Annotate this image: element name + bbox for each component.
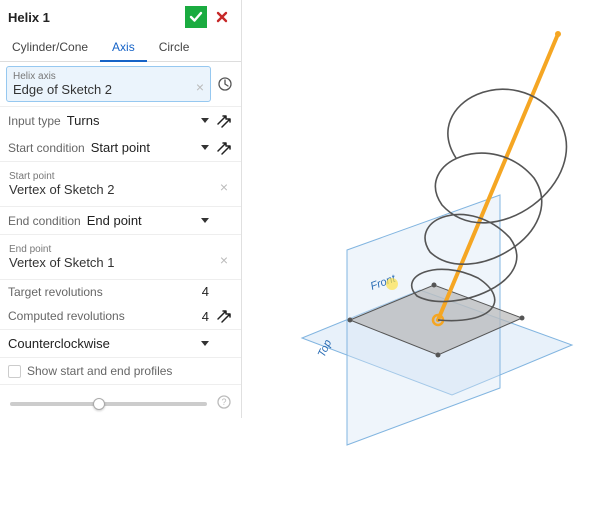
end-point-row: End point Vertex of Sketch 1 × [0,235,241,280]
end-condition-dropdown[interactable]: End point [87,211,195,230]
tab-cylinder-cone[interactable]: Cylinder/Cone [0,34,100,61]
viewport-svg: Top Front [242,0,598,504]
double-arrow-icon [216,113,232,129]
arrow-toggle-button[interactable] [215,139,233,157]
accept-button[interactable] [185,6,207,28]
target-revolutions-value[interactable]: 4 [202,284,209,299]
target-revolutions-row: Target revolutions 4 [0,280,241,303]
start-point-field[interactable]: Start point Vertex of Sketch 2 × [6,166,235,202]
input-type-value: Turns [67,113,100,128]
help-button[interactable]: ? [217,395,231,412]
viewport-3d[interactable]: Top Front [242,0,598,504]
helix-panel: Helix 1 Cylinder/Cone Axis Circle Helix … [0,0,242,418]
start-condition-label: Start condition [8,141,85,155]
helix-axis-row: Helix axis Edge of Sketch 2 × [0,62,241,107]
arrow-toggle-button[interactable] [215,112,233,130]
panel-header: Helix 1 [0,0,241,34]
clock-icon [217,76,233,92]
end-condition-label: End condition [8,214,81,228]
check-icon [189,10,203,24]
clear-icon[interactable]: × [196,79,204,95]
computed-revolutions-row: Computed revolutions 4 [0,303,241,330]
end-condition-row: End condition End point [0,207,241,235]
start-point-label: Start point [9,171,228,182]
panel-header-buttons [185,6,233,28]
caret-down-icon [201,341,209,346]
input-type-row: Input type Turns [0,107,241,134]
input-type-dropdown[interactable]: Turns [67,111,195,130]
end-condition-value: End point [87,213,142,228]
start-condition-row: Start condition Start point [0,134,241,162]
clear-icon[interactable]: × [220,179,228,195]
start-point-value: Vertex of Sketch 2 [9,182,228,197]
end-point-value: Vertex of Sketch 1 [9,255,228,270]
computed-revolutions-label: Computed revolutions [8,309,196,323]
helix-axis-field[interactable]: Helix axis Edge of Sketch 2 × [6,66,211,102]
double-arrow-icon [216,140,232,156]
close-icon [215,10,229,24]
opacity-slider[interactable] [10,402,207,406]
end-point-label: End point [9,244,228,255]
helix-axis-value: Edge of Sketch 2 [13,82,204,97]
start-point-row: Start point Vertex of Sketch 2 × [0,162,241,207]
double-arrow-icon [216,308,232,324]
panel-title: Helix 1 [8,10,50,25]
direction-row: Counterclockwise [0,330,241,358]
history-button[interactable] [215,74,235,94]
show-profiles-checkbox[interactable] [8,365,21,378]
arrow-toggle-button[interactable] [215,307,233,325]
clear-icon[interactable]: × [220,252,228,268]
input-type-label: Input type [8,114,61,128]
start-condition-dropdown[interactable]: Start point [91,138,195,157]
helix-axis-label: Helix axis [13,71,204,82]
show-profiles-row: Show start and end profiles [0,358,241,385]
tabs: Cylinder/Cone Axis Circle [0,34,241,62]
direction-value: Counterclockwise [8,336,110,351]
start-condition-value: Start point [91,140,150,155]
cancel-button[interactable] [211,6,233,28]
slider-row: ? [0,385,241,418]
caret-down-icon [201,118,209,123]
computed-revolutions-value: 4 [202,309,209,324]
target-revolutions-label: Target revolutions [8,285,196,299]
caret-down-icon [201,145,209,150]
direction-dropdown[interactable]: Counterclockwise [8,334,195,353]
start-vertex-glow [386,278,398,290]
svg-text:?: ? [221,397,226,407]
slider-thumb[interactable] [93,398,105,410]
end-point-field[interactable]: End point Vertex of Sketch 1 × [6,239,235,275]
show-profiles-label: Show start and end profiles [27,364,172,378]
help-icon: ? [217,395,231,409]
tab-axis[interactable]: Axis [100,34,147,62]
caret-down-icon [201,218,209,223]
tab-circle[interactable]: Circle [147,34,202,61]
